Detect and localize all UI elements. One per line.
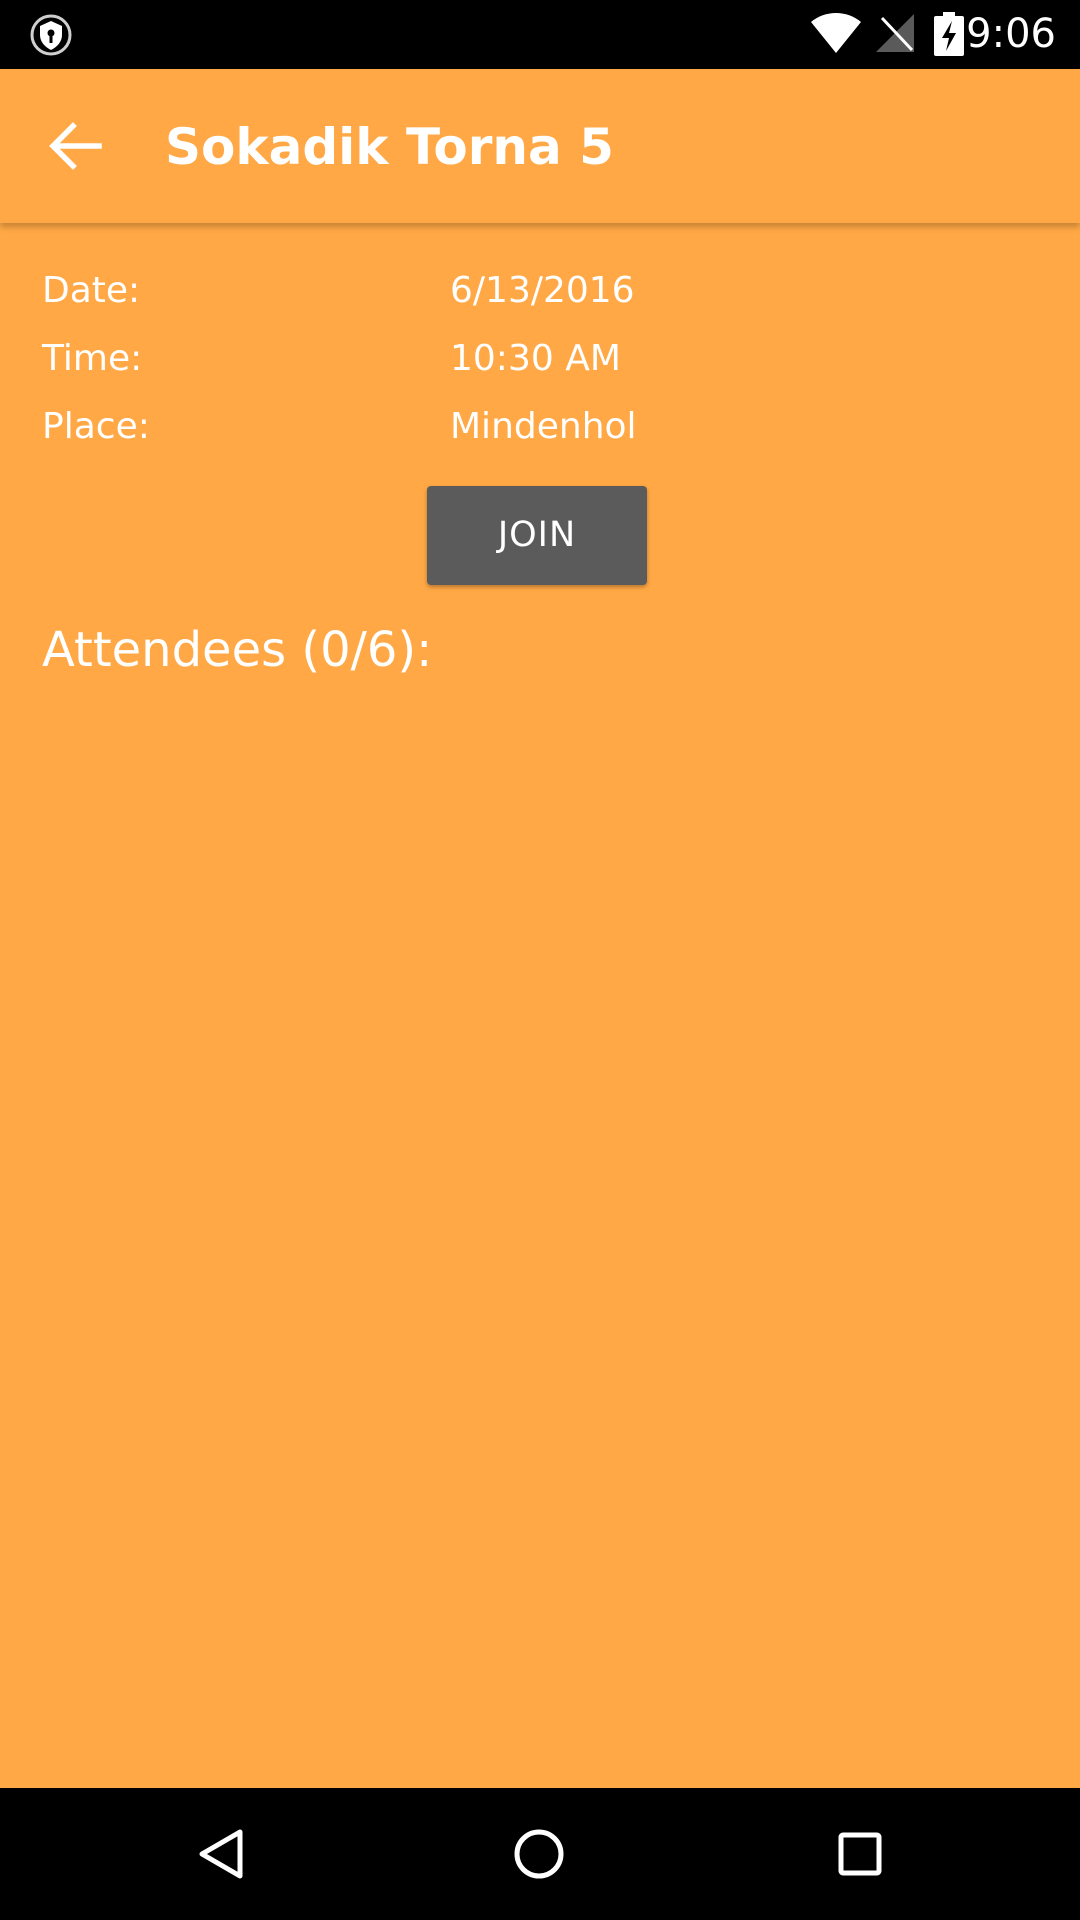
vpn-key-icon bbox=[30, 14, 72, 56]
time-value: 10:30 AM bbox=[450, 338, 621, 379]
nav-back-icon[interactable] bbox=[184, 1818, 256, 1890]
place-value: Mindenhol bbox=[450, 406, 637, 447]
nav-home-icon[interactable] bbox=[503, 1818, 575, 1890]
navigation-bar bbox=[0, 1788, 1080, 1920]
nav-recents-icon[interactable] bbox=[824, 1818, 896, 1890]
attendees-heading: Attendees (0/6): bbox=[42, 622, 433, 678]
time-label: Time: bbox=[42, 338, 143, 379]
place-label: Place: bbox=[42, 406, 150, 447]
app-bar: Sokadik Torna 5 bbox=[0, 69, 1080, 223]
date-label: Date: bbox=[42, 270, 141, 311]
date-row: Date: 6/13/2016 bbox=[42, 266, 1042, 316]
date-value: 6/13/2016 bbox=[450, 270, 635, 311]
status-clock: 9:06 bbox=[966, 11, 1056, 57]
status-bar: 9:06 bbox=[0, 0, 1080, 69]
arrow-back-icon[interactable] bbox=[47, 121, 103, 171]
no-signal-icon bbox=[876, 14, 914, 52]
place-row: Place: Mindenhol bbox=[42, 402, 1042, 452]
join-button[interactable]: JOIN bbox=[427, 486, 647, 585]
wifi-icon bbox=[811, 13, 861, 53]
time-row: Time: 10:30 AM bbox=[42, 334, 1042, 384]
page-title: Sokadik Torna 5 bbox=[165, 118, 614, 176]
battery-charging-icon bbox=[934, 12, 964, 56]
